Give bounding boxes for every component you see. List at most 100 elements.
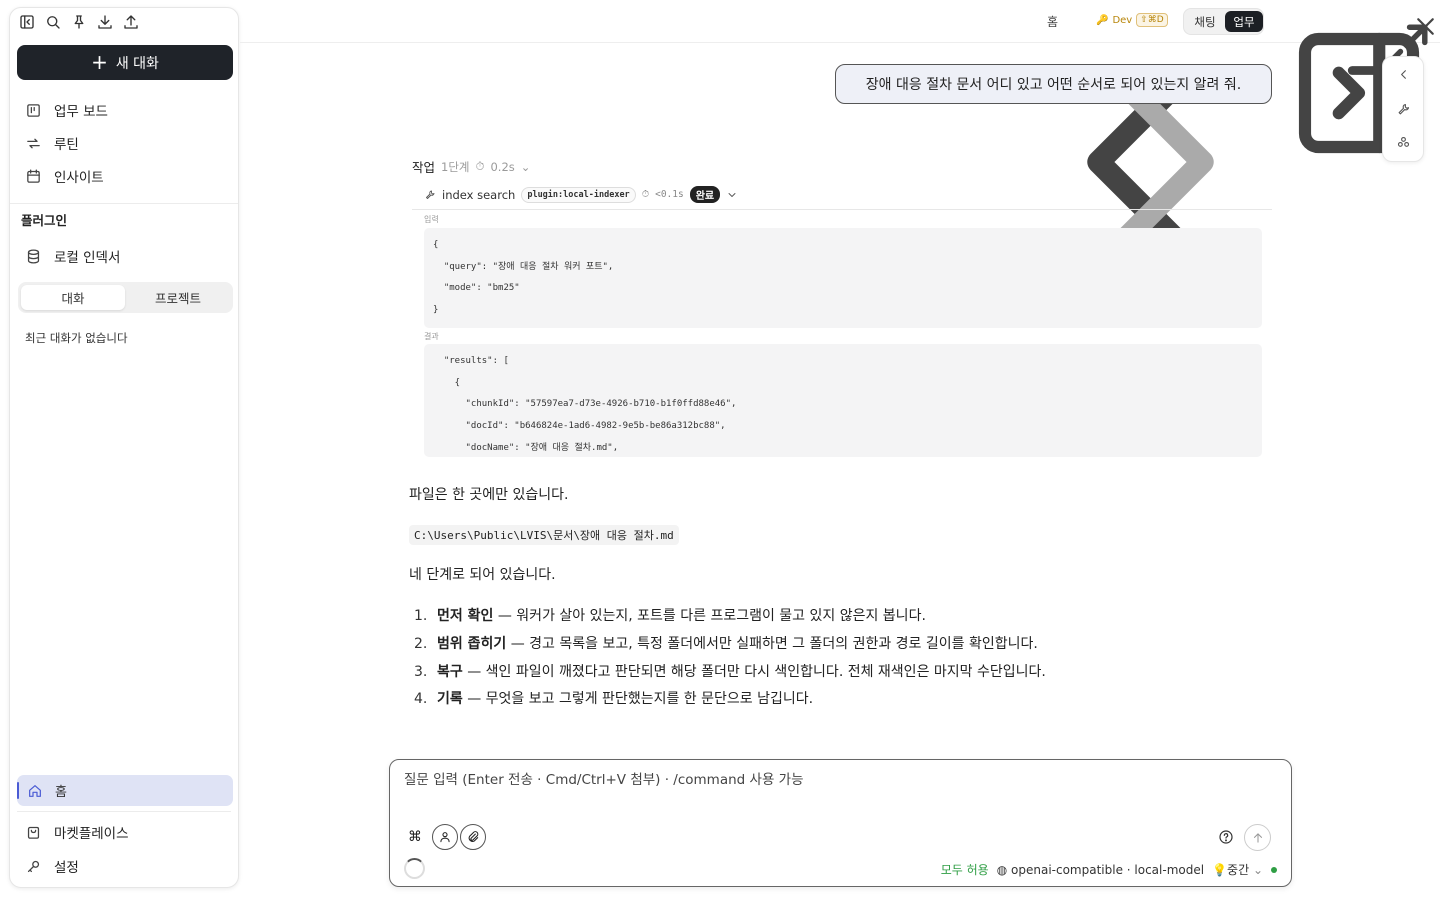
command-icon: ⌘	[408, 829, 422, 845]
tab-projects[interactable]: 프로젝트	[126, 285, 230, 310]
chevron-left-icon[interactable]	[1396, 67, 1411, 82]
tool-name: index search	[442, 187, 516, 202]
arrow-up-icon	[1251, 831, 1265, 845]
answer-paragraph: 파일은 한 곳에만 있습니다.	[409, 487, 569, 503]
sidebar-item-home[interactable]: 홈	[17, 775, 233, 806]
pin-icon[interactable]	[70, 13, 88, 31]
list-item-text: — 색인 파일이 깨졌다고 판단되면 해당 폴더만 다시 색인합니다. 전체 재…	[462, 664, 1046, 680]
plugins-heading: 플러그인	[21, 213, 68, 228]
kanban-icon	[25, 102, 42, 119]
mode-toggle: 채팅 업무	[1183, 8, 1264, 35]
result-label: 결과	[424, 332, 439, 341]
model-label: openai-compatible · local-model	[1011, 862, 1205, 877]
nav-item-insight[interactable]: 인사이트	[25, 166, 104, 186]
list-item-title: 복구	[437, 664, 463, 680]
message-composer: ⌘ 모두 허용 ◍ openai-compatible · local-mode…	[389, 759, 1292, 887]
boxes-icon[interactable]	[1396, 135, 1411, 150]
status-dot	[1271, 866, 1277, 873]
list-item-text: — 워커가 살아 있는지, 포트를 다른 프로그램이 물고 있지 않은지 봅니다…	[493, 608, 926, 624]
list-item-title: 범위 좁히기	[437, 636, 507, 652]
search-icon[interactable]	[44, 13, 62, 31]
chevron-down-icon: ⌄	[1249, 863, 1263, 877]
permission-selector[interactable]: 모두 허용	[941, 861, 989, 878]
sidebar-item-label: 설정	[54, 860, 79, 876]
divider	[17, 811, 231, 812]
persona-button[interactable]	[432, 824, 458, 850]
sidebar-item-marketplace[interactable]: 마켓플레이스	[25, 822, 129, 842]
key-icon	[25, 858, 42, 875]
new-chat-button[interactable]: + 새 대화	[17, 45, 233, 80]
answer-paragraph: 네 단계로 되어 있습니다.	[409, 567, 556, 583]
tool-input-code: { "query": "장애 대응 절차 워커 포트", "mode": "bm…	[424, 228, 1262, 328]
plus-icon: +	[91, 49, 108, 74]
list-item-title: 먼저 확인	[437, 608, 494, 624]
list-item-title: 기록	[437, 691, 463, 707]
tool-result-code: "results": [ { "chunkId": "57597ea7-d73e…	[424, 344, 1262, 457]
sidebar-item-settings[interactable]: 설정	[25, 856, 79, 876]
help-icon[interactable]	[1218, 829, 1234, 845]
chevron-down-icon[interactable]	[726, 189, 738, 201]
input-label: 입력	[424, 215, 439, 224]
message-input[interactable]	[404, 768, 1264, 808]
list-number: 2.	[414, 636, 428, 652]
close-icon[interactable]	[1411, 12, 1440, 41]
tool-time: <0.1s	[655, 189, 684, 200]
sidebar-toolbar	[18, 13, 140, 31]
task-label: 작업	[412, 160, 436, 175]
send-button[interactable]	[1244, 824, 1271, 851]
sidebar-toggle-icon[interactable]	[18, 13, 36, 31]
paperclip-icon	[466, 830, 480, 844]
nav-item-work-board[interactable]: 업무 보드	[25, 100, 108, 120]
timer-icon: ⏱	[475, 159, 485, 173]
list-number: 4.	[414, 691, 428, 707]
model-selector[interactable]: ◍ openai-compatible · local-model	[997, 863, 1204, 877]
list-number: 3.	[414, 664, 428, 680]
empty-state-text: 최근 대화가 없습니다	[25, 331, 128, 345]
dev-mode-badge[interactable]: 🔑 Dev ⇧⌘D	[1096, 13, 1168, 27]
dev-label: Dev	[1112, 14, 1133, 26]
command-button[interactable]: ⌘	[402, 824, 428, 850]
plugin-item-local-indexer[interactable]: 로컬 인덱서	[25, 246, 120, 266]
shopping-bag-icon	[25, 824, 42, 841]
status-badge: 완료	[689, 186, 721, 203]
database-icon	[25, 248, 42, 265]
list-item-text: — 경고 목록을 보고, 특정 폴더에서만 실패하면 그 폴더의 권한과 경로 …	[506, 636, 1038, 652]
wrench-icon	[424, 189, 436, 201]
lightbulb-icon: 💡	[1212, 863, 1228, 877]
sidebar-item-label: 마켓플레이스	[54, 826, 129, 842]
wrench-icon: 🔑	[1096, 14, 1109, 26]
list-item: 1. 먼저 확인 — 워커가 살아 있는지, 포트를 다른 프로그램이 물고 있지…	[414, 605, 926, 625]
new-chat-label: 새 대화	[115, 55, 159, 72]
nav-item-routine[interactable]: 루틴	[25, 133, 79, 153]
task-steps: 1단계	[441, 159, 470, 174]
divider	[10, 203, 238, 204]
plugin-tag: plugin:local-indexer	[521, 186, 636, 203]
attach-button[interactable]	[460, 824, 486, 850]
download-icon[interactable]	[96, 13, 114, 31]
mode-tab-work[interactable]: 업무	[1225, 11, 1263, 32]
tool-call-row[interactable]: index search plugin:local-indexer ⏱ <0.1…	[424, 186, 738, 203]
person-icon	[438, 830, 452, 844]
conversation-project-tabs: 대화 프로젝트	[18, 282, 233, 313]
list-item: 2. 범위 좁히기 — 경고 목록을 보고, 특정 폴더에서만 실패하면 그 폴더…	[414, 633, 1038, 653]
globe-icon: ◍	[996, 862, 1012, 877]
right-tool-panel	[1382, 56, 1424, 162]
divider	[412, 209, 1272, 210]
chevron-down-icon: ⌄	[520, 159, 531, 174]
tab-conversations[interactable]: 대화	[21, 285, 125, 310]
wrench-icon[interactable]	[1396, 102, 1411, 117]
mode-tab-chat[interactable]: 채팅	[1186, 11, 1224, 32]
dev-shortcut: ⇧⌘D	[1136, 13, 1168, 27]
list-item: 4. 기록 — 무엇을 보고 그렇게 판단했는지를 한 문단으로 남깁니다.	[414, 688, 813, 708]
nav-item-label: 업무 보드	[54, 104, 108, 120]
effort-selector[interactable]: 💡중간 ⌄	[1212, 861, 1263, 878]
task-header[interactable]: 작업 1단계 ⏱ 0.2s ⌄	[412, 157, 530, 176]
file-path-code[interactable]: C:\Users\Public\LVIS\문서\장애 대응 절차.md	[409, 525, 679, 545]
upload-icon[interactable]	[122, 13, 140, 31]
list-number: 1.	[414, 608, 428, 624]
timer-icon: ⏱	[641, 189, 650, 200]
composer-status-bar: 모두 허용 ◍ openai-compatible · local-model …	[941, 861, 1277, 878]
nav-item-label: 인사이트	[54, 170, 104, 186]
breadcrumb-home[interactable]: 홈	[1047, 13, 1058, 30]
sidebar: + 새 대화 업무 보드 루틴 인사이트 플러그인 로컬 인덱서 대화 프로젝트…	[9, 7, 239, 888]
